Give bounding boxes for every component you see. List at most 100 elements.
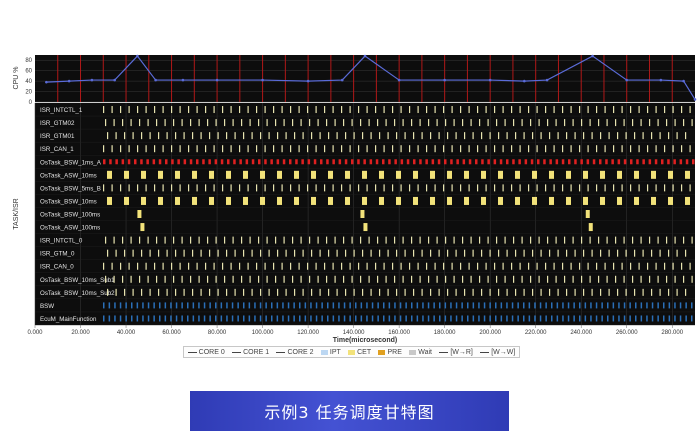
gantt-task-mark [264, 262, 266, 270]
gantt-task-mark [315, 302, 318, 309]
gantt-task-mark [477, 145, 479, 153]
cpu-data-point [45, 80, 48, 84]
gantt-task-mark [375, 262, 377, 270]
gantt-task-mark [659, 249, 661, 257]
gantt-task-mark [377, 302, 379, 309]
gantt-task-mark [107, 249, 109, 257]
gantt-task-mark [285, 132, 287, 140]
gantt-task-mark [344, 159, 348, 165]
gantt-task-mark [298, 145, 300, 153]
gantt-task-mark [264, 145, 266, 153]
gantt-x-tick-label: 20.000 [71, 330, 90, 336]
gantt-task-mark [605, 159, 608, 165]
gantt-task-mark [328, 196, 333, 205]
gantt-task-mark [154, 145, 156, 153]
gantt-task-mark [147, 236, 149, 244]
gantt-task-mark [581, 119, 583, 127]
gantt-task-mark [530, 275, 532, 283]
gantt-task-mark [108, 302, 111, 309]
gantt-task-mark [634, 249, 636, 257]
gantt-task-mark [689, 184, 691, 192]
gantt-task-mark [171, 262, 173, 270]
gantt-task-mark [443, 184, 445, 192]
gantt-task-mark [198, 315, 200, 322]
gantt-task-mark [362, 288, 364, 296]
gantt-task-mark [387, 249, 389, 257]
gantt-task-mark [511, 145, 513, 153]
gantt-task-mark [113, 275, 115, 283]
gantt-task-mark [555, 119, 557, 127]
gantt-x-tick-label: 80.000 [208, 330, 227, 336]
legend-line-marker [480, 351, 490, 353]
gantt-task-mark [647, 106, 649, 114]
gantt-task-mark [336, 249, 338, 257]
gantt-task-mark [413, 159, 416, 165]
gantt-task-mark [247, 184, 249, 192]
gantt-task-mark [183, 288, 185, 296]
gantt-x-tick-label: 180.000 [434, 330, 456, 336]
gantt-task-mark [114, 315, 116, 322]
gantt-task-mark [589, 275, 591, 283]
gantt-task-mark [137, 210, 142, 218]
gantt-task-mark [422, 302, 424, 309]
gantt-task-mark [209, 288, 211, 296]
gantt-task-mark [341, 145, 343, 153]
gantt-task-mark [188, 184, 190, 192]
gantt-task-mark [109, 159, 112, 165]
gantt-task-mark [564, 119, 566, 127]
gantt-task-mark [293, 302, 295, 309]
gantt-task-mark [349, 302, 351, 309]
gantt-task-mark [251, 132, 253, 140]
gantt-task-mark [534, 302, 536, 309]
gantt-task-mark [519, 184, 521, 192]
legend-label: IPT [329, 348, 341, 356]
gantt-task-mark [538, 236, 540, 244]
gantt-task-mark [119, 315, 122, 322]
gantt-task-mark [243, 249, 245, 257]
gantt-task-mark [436, 275, 438, 283]
gantt-task-mark [383, 315, 385, 322]
gantt-task-mark [159, 315, 161, 322]
gantt-task-mark [438, 288, 440, 296]
gantt-task-mark [513, 275, 515, 283]
gantt-task-mark [443, 106, 445, 114]
gantt-task-mark [277, 196, 282, 205]
gantt-task-mark [304, 302, 307, 309]
gantt-task-mark [399, 315, 402, 322]
gantt-task-mark [651, 302, 654, 309]
gantt-task-mark [294, 170, 299, 179]
gantt-task-mark [300, 236, 302, 244]
gantt-task-mark [676, 249, 678, 257]
gantt-task-mark [426, 145, 428, 153]
gantt-task-mark [668, 249, 670, 257]
gantt-task-mark [621, 106, 623, 114]
cpu-data-point [545, 78, 549, 82]
gantt-task-mark [282, 315, 284, 322]
gantt-task-mark [317, 236, 319, 244]
gantt-task-mark [691, 302, 693, 309]
gantt-task-mark [679, 302, 682, 309]
gantt-task-mark [353, 249, 355, 257]
gantt-task-mark [383, 145, 385, 153]
gantt-task-mark [105, 236, 107, 244]
legend-label: CORE 1 [243, 348, 270, 356]
gantt-task-mark [230, 145, 232, 153]
gantt-task-mark [249, 236, 251, 244]
gantt-task-mark [222, 145, 224, 153]
gantt-task-mark [417, 184, 419, 192]
gantt-task-mark [596, 184, 598, 192]
gantt-task-mark [249, 119, 251, 127]
cpu-data-point [682, 79, 685, 83]
gantt-task-mark [379, 132, 381, 140]
gantt-task-mark [587, 145, 589, 153]
gantt-task-mark [336, 132, 338, 140]
gantt-task-mark [247, 145, 249, 153]
gantt-task-mark [587, 106, 589, 114]
gantt-task-mark [574, 288, 576, 296]
gantt-task-mark [613, 262, 615, 270]
caption-text: 示例3 任务调度甘特图 [264, 403, 435, 422]
gantt-task-mark [119, 302, 122, 309]
gantt-task-mark [574, 159, 577, 165]
gantt-task-mark [103, 315, 105, 322]
gantt-task-mark [623, 315, 626, 322]
